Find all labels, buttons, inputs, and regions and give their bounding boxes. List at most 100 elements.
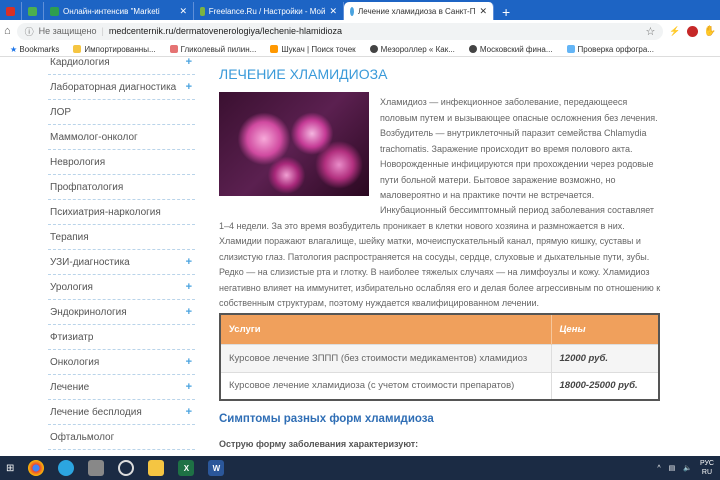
intro-paragraph: Хламидиоз — инфекционное заболевание, пе… — [380, 97, 658, 200]
taskbar: ⊞ X W — [0, 456, 720, 480]
tab-label: Онлайн-интенсив "Marketi — [63, 6, 160, 16]
sidebar-item-label: Эндокринология — [50, 306, 127, 318]
bookmark-item[interactable]: Мезороллер « Как... — [369, 44, 455, 54]
security-label[interactable]: Не защищено — [39, 26, 97, 36]
system-tray: ^ ▤ 🔈 РУС RU — [657, 459, 714, 477]
tab-label: Freelance.Ru / Настройки - Мой — [208, 6, 326, 16]
omnibox[interactable]: ⓘ Не защищено | medcenternik.ru/dermatov… — [16, 22, 664, 40]
calculator-icon[interactable] — [88, 460, 105, 476]
expand-plus-icon[interactable]: + — [186, 81, 192, 93]
star-icon: ★ — [10, 44, 20, 54]
globe-icon — [369, 44, 378, 53]
site-icon — [50, 6, 59, 16]
incubation-paragraph: Инкубационный бессимптомный период забол… — [219, 205, 661, 308]
expand-plus-icon[interactable]: + — [186, 306, 192, 318]
acute-form-text: Острую форму заболевания характеризуют: — [219, 439, 419, 449]
alarm-clock-icon[interactable] — [118, 460, 135, 476]
task-view-icon[interactable]: ⊞ — [6, 463, 14, 474]
sidebar-item[interactable]: Офтальмолог — [48, 425, 195, 450]
bookmark-item[interactable]: Шукач | Поиск точек — [270, 44, 356, 54]
language-indicator[interactable]: РУС RU — [700, 459, 714, 477]
bookmark-label: Московский фина... — [479, 44, 553, 54]
expand-plus-icon[interactable]: + — [186, 356, 192, 368]
tab-bar: Онлайн-интенсив "Marketi ✕ Freelance.Ru /… — [0, 0, 720, 20]
chrome-icon[interactable] — [28, 460, 45, 476]
sidebar-item[interactable]: Урология + — [48, 275, 195, 300]
sidebar-item[interactable]: Лечение + — [48, 375, 195, 400]
chlamydia-image — [219, 92, 369, 196]
expand-plus-icon[interactable]: + — [186, 56, 192, 68]
sidebar-item-label: Лечение — [50, 381, 90, 393]
sidebar-item-label: Маммолог-онколог — [50, 131, 138, 143]
adblock-icon[interactable] — [686, 25, 698, 37]
sidebar-item-label: Фтизиатр — [50, 331, 94, 343]
sidebar-item[interactable]: Профпатология — [48, 175, 195, 200]
close-tab-icon[interactable]: ✕ — [329, 6, 337, 17]
close-tab-icon[interactable]: ✕ — [479, 6, 487, 17]
sidebar-item-label: Офтальмолог — [50, 431, 115, 443]
info-icon[interactable]: ⓘ — [25, 25, 34, 38]
sidebar-item-label: ЛОР — [50, 106, 72, 118]
globe-icon — [468, 44, 477, 53]
sidebar-item[interactable]: Онкология + — [48, 350, 195, 375]
telegram-icon[interactable] — [58, 460, 75, 476]
file-explorer-icon[interactable] — [148, 460, 165, 476]
url-text[interactable]: medcenternik.ru/dermatovenerologiya/lech… — [109, 26, 342, 36]
extension-icon[interactable]: ✋ — [704, 26, 716, 37]
site-icon — [350, 6, 355, 16]
tab-gmail[interactable] — [0, 2, 22, 20]
home-icon[interactable]: ⌂ — [4, 25, 11, 37]
table-row: Курсовое лечение хламидиоза (с учетом ст… — [220, 371, 660, 400]
word-icon[interactable]: W — [208, 460, 225, 476]
lang-label: РУС — [699, 460, 714, 467]
bookmark-label: Мезороллер « Как... — [380, 44, 455, 54]
sidebar-item[interactable]: Лабораторная диагностика + — [48, 75, 195, 100]
expand-plus-icon[interactable]: + — [186, 381, 192, 393]
sidebar-item[interactable]: Терапия — [48, 225, 195, 250]
sidebar-item[interactable]: Неврология — [48, 150, 195, 175]
price-table: Услуги Цены Курсовое лечение ЗППП (без ст… — [219, 313, 660, 401]
region-label: RU — [701, 469, 713, 476]
sidebar-menu: Кардиология + Лабораторная диагностика + ЛОР… — [48, 50, 195, 450]
tab-freelance[interactable]: Freelance.Ru / Настройки - Мой ✕ — [194, 2, 344, 20]
bookmark-item[interactable]: Проверка орфогра... — [566, 44, 654, 54]
star-icon[interactable]: ☆ — [645, 25, 655, 38]
sidebar-item[interactable]: Маммолог-онколог — [48, 125, 195, 150]
tab-label: Лечение хламидиоза в Санкт-П — [358, 6, 476, 16]
expand-plus-icon[interactable]: + — [186, 406, 192, 418]
network-icon[interactable]: ▤ — [669, 464, 676, 472]
site-icon — [270, 44, 279, 53]
image-icon — [28, 6, 37, 16]
sidebar-item-label: Неврология — [50, 156, 106, 168]
sidebar-item[interactable]: Кардиология + — [48, 50, 195, 75]
expand-plus-icon[interactable]: + — [186, 281, 192, 293]
table-row: Курсовое лечение ЗППП (без стоимости мед… — [220, 343, 660, 372]
sidebar-item[interactable]: Фтизиатр — [48, 325, 195, 350]
tab-marketing[interactable]: Онлайн-интенсив "Marketi ✕ — [44, 2, 194, 20]
tab-chlamydia[interactable]: Лечение хламидиоза в Санкт-П ✕ — [344, 2, 494, 20]
expand-plus-icon[interactable]: + — [186, 256, 192, 268]
header-services: Услуги — [220, 314, 552, 344]
extension-icon[interactable]: ⚡ — [669, 26, 680, 37]
sidebar-item[interactable]: Эндокринология + — [48, 300, 195, 325]
service-cell: Курсовое лечение ЗППП (без стоимости мед… — [220, 343, 552, 372]
volume-icon[interactable]: 🔈 — [683, 464, 692, 472]
price-cell: 12000 руб. — [551, 343, 660, 372]
close-tab-icon[interactable]: ✕ — [179, 6, 187, 17]
tab-pinned[interactable] — [22, 2, 44, 20]
page-title: ЛЕЧЕНИЕ ХЛАМИДИОЗА — [219, 66, 388, 82]
sidebar-item[interactable]: Психиатрия-наркология — [48, 200, 195, 225]
gmail-icon — [6, 6, 15, 16]
new-tab-button[interactable]: + — [494, 4, 518, 20]
sidebar-item-label: Лечение бесплодия — [50, 406, 142, 418]
sidebar-item[interactable]: ЛОР — [48, 100, 195, 125]
sidebar-item-label: Кардиология — [50, 56, 110, 68]
sidebar-item-label: Профпатология — [50, 181, 124, 193]
chevron-up-icon[interactable]: ^ — [657, 465, 660, 472]
excel-icon[interactable]: X — [178, 460, 195, 476]
sidebar-item-label: Психиатрия-наркология — [50, 206, 161, 218]
sidebar-item-label: Урология — [50, 281, 93, 293]
bookmark-item[interactable]: Московский фина... — [468, 44, 553, 54]
sidebar-item[interactable]: Лечение бесплодия + — [48, 400, 195, 425]
sidebar-item[interactable]: УЗИ-диагностика + — [48, 250, 195, 275]
